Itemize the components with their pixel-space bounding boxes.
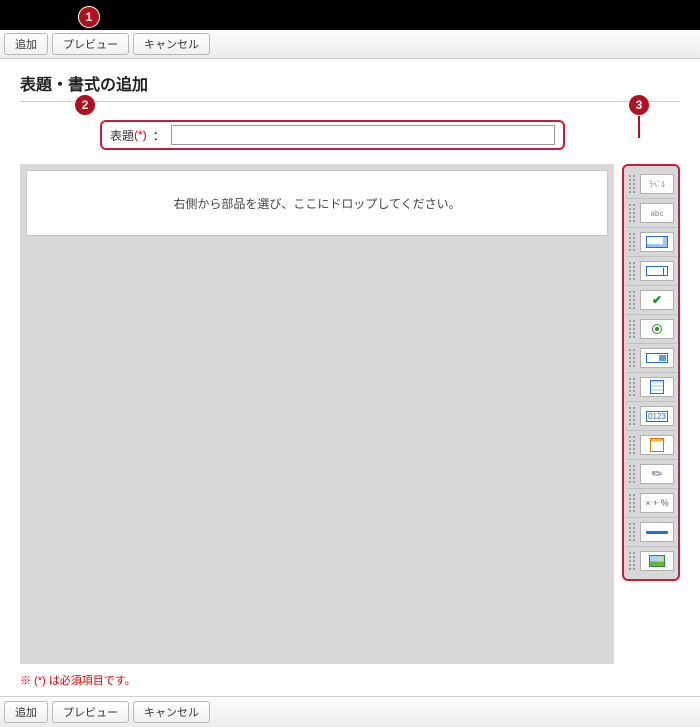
palette-attachment[interactable]: ✎ (626, 460, 676, 489)
callout-2: 2 (74, 94, 96, 116)
work-area: 右側から部品を選び、ここにドロップしてください。 ﾗﾍﾞﾙ abc (20, 164, 680, 664)
bottom-toolbar: 追加 プレビュー キャンセル (0, 696, 700, 727)
title-field-row: 表題 (*) ： (100, 120, 565, 150)
required-mark: (*) (134, 128, 147, 142)
drop-hint: 右側から部品を選び、ここにドロップしてください。 (173, 195, 460, 212)
drag-grip-icon (628, 377, 636, 397)
number-icon: 0123 (646, 411, 668, 422)
drag-grip-icon (628, 348, 636, 368)
top-toolbar: 追加 プレビュー キャンセル (0, 30, 700, 59)
callout-3: 3 (628, 94, 650, 116)
palette-radio[interactable] (626, 315, 676, 344)
component-palette: ﾗﾍﾞﾙ abc ✔ (622, 164, 680, 581)
palette-listbox[interactable] (626, 373, 676, 402)
drop-zone-container: 右側から部品を選び、ここにドロップしてください。 (20, 164, 614, 664)
separator-icon (646, 531, 668, 534)
drag-grip-icon (628, 232, 636, 252)
palette-separator[interactable] (626, 518, 676, 547)
checkbox-icon: ✔ (652, 293, 662, 307)
required-footnote: ※ (*) は必須項目です。 (20, 672, 680, 688)
title-label: 表題 (110, 127, 134, 144)
callout-3-connector (638, 116, 640, 138)
top-black-bar (0, 0, 700, 30)
textarea-icon (646, 236, 668, 248)
drag-grip-icon (628, 493, 636, 513)
textbox-icon (646, 266, 668, 276)
drag-grip-icon (628, 464, 636, 484)
calc-icon: × + % (645, 498, 669, 508)
content-area: 表題・書式の追加 表題 (*) ： 右側から部品を選び、ここにドロップしてくださ… (0, 59, 700, 696)
preview-button-top[interactable]: プレビュー (52, 33, 129, 55)
palette-image[interactable] (626, 547, 676, 575)
label-icon: ﾗﾍﾞﾙ (649, 179, 665, 190)
drag-grip-icon (628, 319, 636, 339)
add-button-bottom[interactable]: 追加 (4, 701, 48, 723)
palette-static-text[interactable]: abc (626, 199, 676, 228)
calendar-icon (650, 438, 664, 452)
title-colon: ： (153, 127, 165, 144)
palette-calculation[interactable]: × + % (626, 489, 676, 518)
palette-number[interactable]: 0123 (626, 402, 676, 431)
preview-button-bottom[interactable]: プレビュー (52, 701, 129, 723)
palette-label[interactable]: ﾗﾍﾞﾙ (626, 170, 676, 199)
radio-icon (652, 324, 662, 334)
drag-grip-icon (628, 406, 636, 426)
palette-checkbox[interactable]: ✔ (626, 286, 676, 315)
palette-textbox[interactable] (626, 257, 676, 286)
palette-calendar[interactable] (626, 431, 676, 460)
cancel-button-top[interactable]: キャンセル (133, 33, 210, 55)
image-icon (649, 555, 665, 567)
title-input[interactable] (171, 125, 555, 145)
drag-grip-icon (628, 261, 636, 281)
drag-grip-icon (628, 174, 636, 194)
paperclip-icon: ✎ (648, 464, 667, 483)
palette-textarea[interactable] (626, 228, 676, 257)
drag-grip-icon (628, 203, 636, 223)
drop-zone[interactable]: 右側から部品を選び、ここにドロップしてください。 (26, 170, 608, 236)
select-icon (646, 353, 668, 363)
listbox-icon (650, 380, 664, 394)
add-button-top[interactable]: 追加 (4, 33, 48, 55)
palette-select[interactable] (626, 344, 676, 373)
cancel-button-bottom[interactable]: キャンセル (133, 701, 210, 723)
drag-grip-icon (628, 522, 636, 542)
drag-grip-icon (628, 435, 636, 455)
page-title: 表題・書式の追加 (20, 71, 680, 102)
text-icon: abc (651, 209, 664, 218)
drag-grip-icon (628, 290, 636, 310)
callout-1: 1 (78, 6, 100, 28)
drag-grip-icon (628, 551, 636, 571)
